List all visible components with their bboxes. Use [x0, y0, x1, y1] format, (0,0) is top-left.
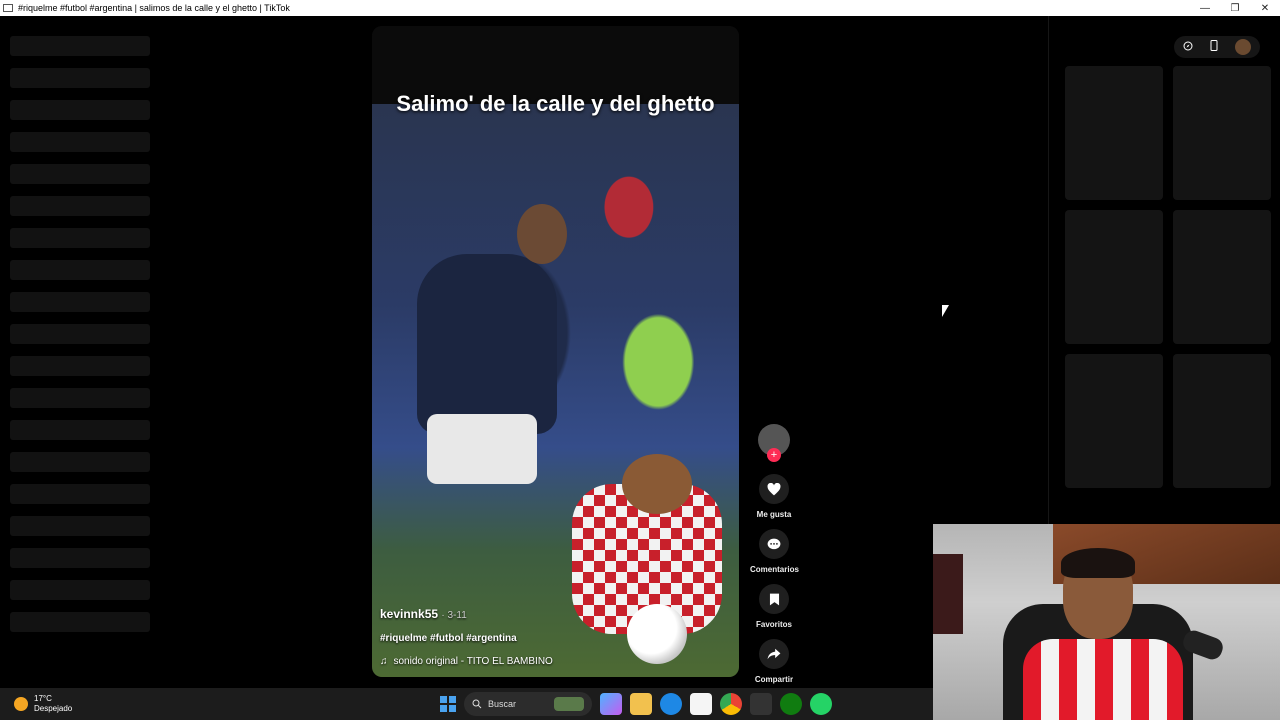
- file-explorer-icon[interactable]: [630, 693, 652, 715]
- author-avatar[interactable]: +: [758, 424, 790, 462]
- window-titlebar: #riquelme #futbol #argentina | salimos d…: [0, 0, 1280, 16]
- temperature: 17°C: [34, 694, 52, 703]
- compass-icon[interactable]: [1183, 41, 1193, 54]
- comment-icon[interactable]: [759, 529, 789, 559]
- tiktok-app-icon[interactable]: [750, 693, 772, 715]
- panel-divider: [1048, 16, 1049, 526]
- sidebar-placeholder: [10, 36, 150, 56]
- sidebar-placeholder: [10, 196, 150, 216]
- window-title: #riquelme #futbol #argentina | salimos d…: [18, 3, 290, 13]
- sidebar-placeholder: [10, 420, 150, 440]
- comment-group: Comentarios: [750, 529, 799, 574]
- search-highlight-icon: [554, 697, 584, 711]
- taskbar-search[interactable]: Buscar: [464, 692, 592, 716]
- restore-button[interactable]: ❐: [1220, 3, 1250, 14]
- video-thumbnail-placeholder[interactable]: [1065, 66, 1163, 200]
- sidebar-placeholder: [10, 548, 150, 568]
- video-thumbnail-placeholder[interactable]: [1065, 210, 1163, 344]
- favorites-label: Favoritos: [755, 620, 792, 629]
- whatsapp-icon[interactable]: [810, 693, 832, 715]
- xbox-icon[interactable]: [780, 693, 802, 715]
- share-icon[interactable]: [759, 639, 789, 669]
- video-thumbnail-placeholder[interactable]: [1173, 210, 1271, 344]
- post-date: · 3-11: [441, 610, 467, 621]
- sidebar-placeholder: [10, 164, 150, 184]
- sidebar-placeholder: [10, 260, 150, 280]
- like-label: Me gusta: [756, 510, 792, 519]
- share-group: Compartir: [750, 639, 798, 684]
- taskbar-apps: Buscar: [440, 692, 832, 716]
- search-placeholder: Buscar: [488, 699, 517, 709]
- app-icon: [3, 4, 13, 12]
- wall-flag: [933, 554, 963, 634]
- weather-widget[interactable]: 17°C Despejado: [14, 694, 72, 714]
- minimize-button[interactable]: —: [1190, 3, 1220, 14]
- sidebar-placeholder: [10, 292, 150, 312]
- sidebar-placeholder: [10, 324, 150, 344]
- webcam-overlay: [933, 524, 1280, 720]
- video-caption: Salimo' de la calle y del ghetto: [396, 91, 715, 116]
- windows-start-icon[interactable]: [440, 696, 456, 712]
- sidebar-placeholder: [10, 388, 150, 408]
- music-note-icon: ♫: [380, 656, 388, 667]
- favorites-group: Favoritos: [750, 584, 798, 629]
- action-bar: + Me gusta Comentarios Favoritos Compart…: [750, 424, 799, 694]
- profile-avatar[interactable]: [1235, 39, 1252, 55]
- weather-icon: [14, 697, 28, 711]
- sidebar-placeholder: [10, 132, 150, 152]
- follow-button[interactable]: +: [767, 448, 781, 462]
- like-group: Me gusta: [750, 474, 798, 519]
- player-head: [517, 204, 567, 264]
- related-videos-grid: [1065, 66, 1271, 488]
- music-info[interactable]: ♫ sonido original - TITO EL BAMBINO: [380, 656, 720, 667]
- video-info: kevinnk55 · 3-11 #riquelme #futbol #arge…: [380, 607, 720, 667]
- sidebar-placeholder: [10, 580, 150, 600]
- weather-condition: Despejado: [34, 704, 73, 713]
- phone-icon[interactable]: [1210, 40, 1218, 54]
- mouse-cursor: [942, 305, 949, 317]
- streamer-hair: [1061, 548, 1135, 578]
- player-head: [622, 454, 692, 514]
- comments-label: Comentarios: [750, 565, 799, 574]
- sidebar-placeholder: [10, 228, 150, 248]
- video-thumbnail-placeholder[interactable]: [1173, 354, 1271, 488]
- bookmark-icon[interactable]: [759, 584, 789, 614]
- player-shorts: [427, 414, 537, 484]
- hashtags[interactable]: #riquelme #futbol #argentina: [380, 633, 720, 644]
- store-icon[interactable]: [690, 693, 712, 715]
- edge-icon[interactable]: [660, 693, 682, 715]
- share-label: Compartir: [754, 675, 794, 684]
- chrome-icon[interactable]: [720, 693, 742, 715]
- video-thumbnail-placeholder[interactable]: [1173, 66, 1271, 200]
- sidebar-placeholder: [10, 100, 150, 120]
- sidebar-skeleton: [10, 36, 150, 644]
- sidebar-placeholder: [10, 612, 150, 632]
- close-button[interactable]: ✕: [1250, 3, 1280, 14]
- sidebar-placeholder: [10, 68, 150, 88]
- video-player[interactable]: Salimo' de la calle y del ghetto kevinnk…: [372, 26, 739, 677]
- video-thumbnail-placeholder[interactable]: [1065, 354, 1163, 488]
- copilot-icon[interactable]: [600, 693, 622, 715]
- streamer-shirt: [1023, 639, 1183, 720]
- windows-taskbar: 17°C Despejado Buscar: [0, 688, 933, 720]
- sidebar-placeholder: [10, 484, 150, 504]
- sidebar-placeholder: [10, 452, 150, 472]
- sidebar-placeholder: [10, 356, 150, 376]
- player-blue-jersey: [417, 254, 557, 434]
- video-frame: [372, 104, 739, 677]
- topbar-controls: [1174, 36, 1260, 58]
- search-icon: [472, 699, 482, 709]
- video-author[interactable]: kevinnk55 · 3-11: [380, 607, 720, 621]
- heart-icon[interactable]: [759, 474, 789, 504]
- music-title[interactable]: sonido original - TITO EL BAMBINO: [394, 656, 553, 667]
- username[interactable]: kevinnk55: [380, 607, 438, 621]
- sidebar-placeholder: [10, 516, 150, 536]
